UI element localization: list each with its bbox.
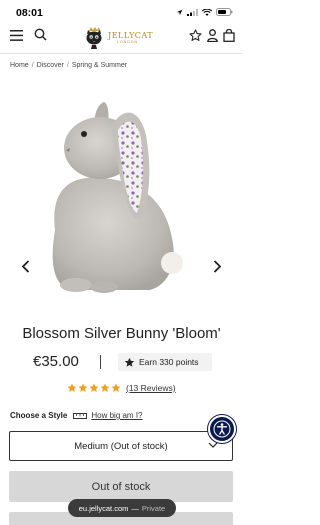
hamburger-menu-icon[interactable] [10, 30, 23, 41]
chevron-left-icon [21, 259, 29, 273]
star-rating [67, 383, 121, 393]
chevron-down-icon [208, 442, 218, 448]
jellycat-logo[interactable]: JELLYCAT LONDON [83, 23, 159, 51]
prev-image-button[interactable] [17, 257, 33, 275]
shopping-bag-icon[interactable] [223, 29, 235, 42]
location-arrow-icon [176, 9, 183, 15]
browser-url-pill[interactable]: eu.jellycat.com — Private [68, 499, 176, 517]
header-divider [0, 53, 243, 54]
accessibility-button[interactable] [208, 415, 236, 443]
site-header: JELLYCAT LONDON [0, 22, 243, 52]
price-divider [100, 355, 101, 369]
breadcrumb-separator: / [66, 62, 69, 69]
status-icons [176, 8, 233, 16]
battery-icon [216, 8, 233, 16]
signal-icon [187, 8, 198, 16]
breadcrumb-home[interactable]: Home [10, 62, 29, 69]
breadcrumb-separator: / [31, 62, 34, 69]
status-time: 08:01 [16, 7, 43, 19]
account-icon[interactable] [207, 29, 218, 42]
selected-style: Medium (Out of stock) [74, 440, 168, 452]
star-icon [78, 383, 88, 392]
search-icon[interactable] [34, 28, 47, 41]
star-icon [89, 383, 99, 392]
reward-star-icon [124, 357, 135, 367]
style-row: Choose a Style How big am I? [10, 411, 235, 420]
next-image-button[interactable] [209, 257, 225, 275]
star-icon [67, 383, 77, 392]
cat-logo-icon [86, 27, 102, 49]
rating-row: (13 Reviews) [67, 383, 176, 393]
logo-subtext: LONDON [117, 39, 138, 44]
star-icon [111, 383, 121, 392]
header-actions [189, 29, 235, 42]
breadcrumb-discover[interactable]: Discover [37, 62, 64, 69]
wifi-icon [202, 8, 212, 16]
points-badge: Earn 330 points [118, 353, 212, 371]
product-image-bunny[interactable] [0, 80, 243, 310]
status-bar: 08:01 [0, 0, 243, 24]
browser-url-separator: — [131, 503, 139, 513]
wishlist-star-icon[interactable] [189, 29, 202, 42]
reviews-link[interactable]: (13 Reviews) [126, 383, 176, 393]
points-label: Earn 330 points [139, 357, 199, 367]
browser-private-mode: Private [141, 503, 166, 513]
product-title: Blossom Silver Bunny 'Bloom' [22, 325, 221, 342]
breadcrumb: Home / Discover / Spring & Summer [10, 62, 127, 69]
style-select[interactable]: Medium (Out of stock) [9, 431, 233, 461]
breadcrumb-spring-summer[interactable]: Spring & Summer [72, 62, 127, 69]
browser-url: eu.jellycat.com [78, 503, 129, 513]
out-of-stock-button[interactable]: Out of stock [9, 471, 233, 502]
size-guide-link[interactable]: How big am I? [91, 411, 142, 420]
product-price: €35.00 [33, 353, 79, 370]
star-icon [100, 383, 110, 392]
logo-text: JELLYCAT [108, 30, 154, 40]
price-row: €35.00 Earn 330 points [0, 352, 243, 372]
choose-style-label: Choose a Style [10, 411, 68, 420]
ruler-icon [73, 412, 88, 419]
chevron-right-icon [213, 259, 221, 273]
accessibility-icon [213, 420, 231, 438]
